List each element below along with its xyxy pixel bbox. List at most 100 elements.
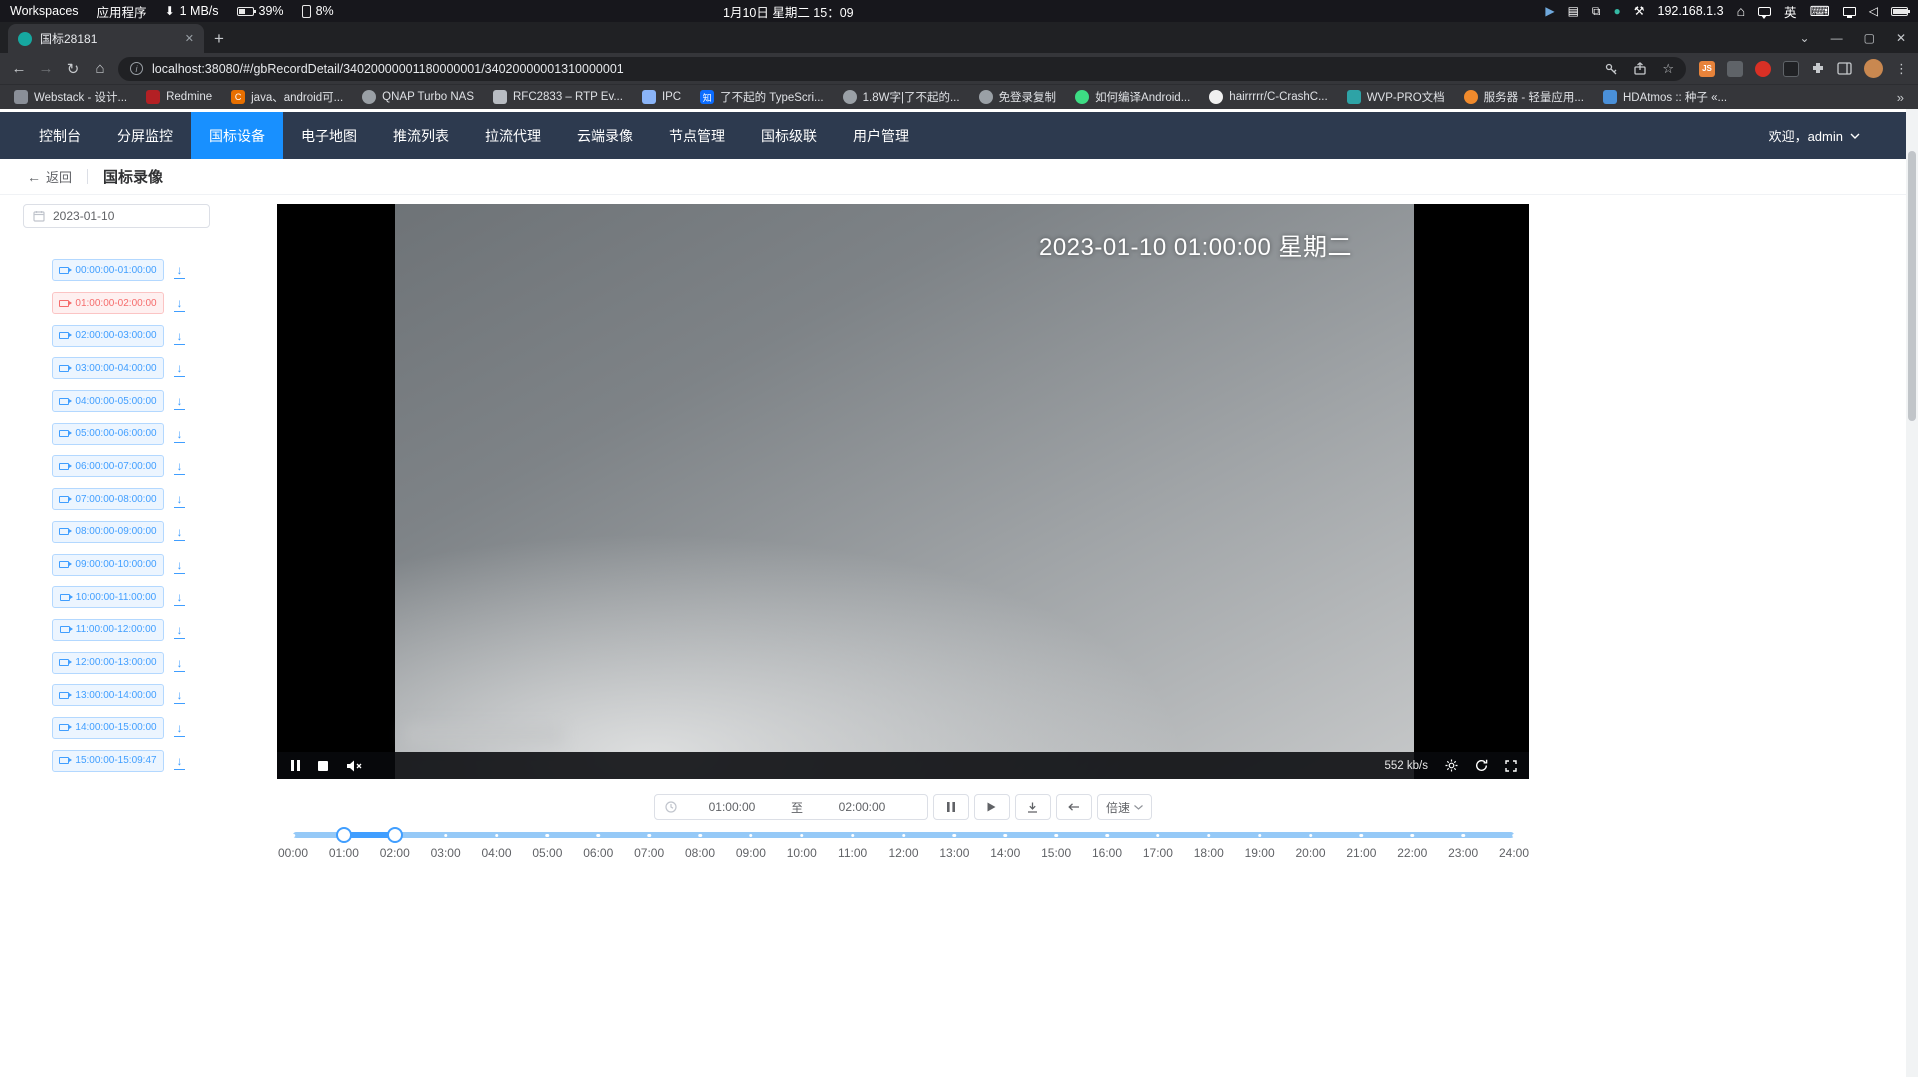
play-tray-icon[interactable]: ▶ — [1545, 5, 1554, 17]
segment-button[interactable]: 13:00:00-14:00:00 — [52, 684, 164, 706]
bookmark-item[interactable]: 1.8W字|了不起的... — [843, 89, 960, 105]
segment-button[interactable]: 00:00:00-01:00:00 — [52, 259, 164, 281]
tray-battery-icon[interactable] — [1891, 7, 1908, 16]
timeline-handle[interactable] — [336, 827, 352, 843]
step-back-button[interactable] — [1056, 794, 1092, 820]
browser-home-icon[interactable]: ⌂ — [91, 60, 109, 77]
input-method-indicator[interactable]: 英 — [1784, 2, 1797, 21]
segment-download-icon[interactable]: ↓ — [173, 264, 186, 276]
user-menu[interactable]: 欢迎，admin — [1769, 112, 1860, 159]
browser-tab[interactable]: 国标28181 ✕ — [8, 24, 204, 53]
side-panel-icon[interactable] — [1837, 62, 1852, 75]
nav-tab[interactable]: 拉流代理 — [467, 112, 559, 159]
tab-search-icon[interactable]: ⌄ — [1800, 31, 1810, 45]
speed-dropdown[interactable]: 倍速 — [1097, 794, 1152, 820]
segment-button[interactable]: 04:00:00-05:00:00 — [52, 390, 164, 412]
bookmark-item[interactable]: IPC — [642, 90, 681, 104]
segment-button[interactable]: 05:00:00-06:00:00 — [52, 423, 164, 445]
segment-download-icon[interactable]: ↓ — [173, 493, 186, 505]
segment-button[interactable]: 12:00:00-13:00:00 — [52, 652, 164, 674]
segment-download-icon[interactable]: ↓ — [173, 526, 186, 538]
nav-tab[interactable]: 用户管理 — [835, 112, 927, 159]
copy-tray-icon[interactable]: ⧉ — [1592, 5, 1601, 17]
segment-download-icon[interactable]: ↓ — [173, 722, 186, 734]
time-range-picker[interactable]: 01:00:00 至 02:00:00 — [654, 794, 928, 820]
bookmark-item[interactable]: 服务器 - 轻量应用... — [1464, 89, 1584, 105]
bookmark-item[interactable]: hairrrrr/C-CrashC... — [1209, 90, 1327, 104]
segment-download-icon[interactable]: ↓ — [173, 624, 186, 636]
segment-button[interactable]: 11:00:00-12:00:00 — [52, 619, 164, 641]
segment-button[interactable]: 15:00:00-15:09:47 — [52, 750, 164, 772]
segment-download-icon[interactable]: ↓ — [173, 689, 186, 701]
new-tab-button[interactable]: + — [204, 24, 234, 53]
pause-icon[interactable] — [291, 760, 300, 771]
stop-icon[interactable] — [318, 761, 328, 771]
nav-tab[interactable]: 国标设备 — [191, 112, 283, 159]
pause-button[interactable] — [933, 794, 969, 820]
address-bar[interactable]: i localhost:38080/#/gbRecordDetail/34020… — [118, 57, 1686, 81]
mute-icon[interactable] — [346, 760, 362, 772]
extension-icon[interactable] — [1727, 61, 1743, 77]
js-extension-icon[interactable]: JS — [1699, 61, 1715, 77]
dark-extension-icon[interactable] — [1783, 61, 1799, 77]
volume-tray-icon[interactable]: ◁ — [1869, 5, 1878, 17]
applications-button[interactable]: 应用程序 — [97, 2, 147, 21]
password-key-icon[interactable] — [1604, 62, 1618, 76]
segment-button[interactable]: 08:00:00-09:00:00 — [52, 521, 164, 543]
nav-tab[interactable]: 控制台 — [21, 112, 99, 159]
segment-download-icon[interactable]: ↓ — [173, 330, 186, 342]
range-start-time[interactable]: 01:00:00 — [677, 800, 787, 814]
bookmark-star-icon[interactable]: ☆ — [1662, 61, 1674, 77]
fullscreen-icon[interactable] — [1505, 760, 1517, 772]
segment-download-icon[interactable]: ↓ — [173, 428, 186, 440]
blocker-extension-icon[interactable] — [1755, 61, 1771, 77]
segment-button[interactable]: 01:00:00-02:00:00 — [52, 292, 164, 314]
nav-tab[interactable]: 分屏监控 — [99, 112, 191, 159]
bookmark-item[interactable]: WVP-PRO文档 — [1347, 89, 1445, 105]
segment-button[interactable]: 14:00:00-15:00:00 — [52, 717, 164, 739]
play-button[interactable] — [974, 794, 1010, 820]
home-tray-icon[interactable]: ⌂ — [1737, 4, 1745, 18]
display-tray-icon[interactable] — [1843, 7, 1856, 16]
tab-close-icon[interactable]: ✕ — [185, 32, 194, 45]
bookmark-item[interactable]: Redmine — [146, 90, 212, 104]
segment-button[interactable]: 10:00:00-11:00:00 — [52, 586, 164, 608]
nav-tab[interactable]: 推流列表 — [375, 112, 467, 159]
forward-nav-icon[interactable]: → — [37, 60, 55, 77]
segment-download-icon[interactable]: ↓ — [173, 297, 186, 309]
chat-tray-icon[interactable] — [1758, 7, 1771, 16]
bookmark-item[interactable]: QNAP Turbo NAS — [362, 90, 474, 104]
extensions-puzzle-icon[interactable] — [1811, 62, 1825, 76]
workspaces-button[interactable]: Workspaces — [10, 4, 79, 18]
window-minimize-button[interactable]: — — [1831, 31, 1843, 45]
back-nav-icon[interactable]: ← — [10, 60, 28, 77]
bookmarks-overflow-icon[interactable]: » — [1897, 90, 1904, 105]
segment-button[interactable]: 06:00:00-07:00:00 — [52, 455, 164, 477]
player-settings-gear-icon[interactable] — [1445, 759, 1458, 772]
bookmark-item[interactable]: Cjava、android可... — [231, 89, 343, 105]
segment-button[interactable]: 03:00:00-04:00:00 — [52, 357, 164, 379]
nav-tab[interactable]: 电子地图 — [283, 112, 375, 159]
timeline[interactable]: 00:0001:0002:0003:0004:0005:0006:0007:00… — [293, 832, 1514, 878]
date-picker-input[interactable]: 2023-01-10 — [23, 204, 210, 228]
nav-tab[interactable]: 国标级联 — [743, 112, 835, 159]
bookmark-item[interactable]: RFC2833 – RTP Ev... — [493, 90, 623, 104]
segment-button[interactable]: 07:00:00-08:00:00 — [52, 488, 164, 510]
segment-download-icon[interactable]: ↓ — [173, 395, 186, 407]
reload-icon[interactable]: ↻ — [64, 60, 82, 78]
segment-download-icon[interactable]: ↓ — [173, 362, 186, 374]
panel-tray-icon[interactable]: ▤ — [1568, 5, 1579, 17]
status-dot-icon[interactable]: ● — [1614, 5, 1621, 17]
ip-address[interactable]: 192.168.1.3 — [1658, 4, 1724, 18]
segment-download-icon[interactable]: ↓ — [173, 755, 186, 767]
download-button[interactable] — [1015, 794, 1051, 820]
share-icon[interactable] — [1633, 62, 1647, 76]
segment-download-icon[interactable]: ↓ — [173, 591, 186, 603]
player-refresh-icon[interactable] — [1475, 759, 1488, 772]
timeline-handle[interactable] — [387, 827, 403, 843]
back-button[interactable]: ← 返回 — [27, 167, 72, 186]
tools-tray-icon[interactable]: ⚒ — [1634, 5, 1645, 17]
nav-tab[interactable]: 云端录像 — [559, 112, 651, 159]
site-info-icon[interactable]: i — [130, 62, 143, 75]
segment-download-icon[interactable]: ↓ — [173, 657, 186, 669]
